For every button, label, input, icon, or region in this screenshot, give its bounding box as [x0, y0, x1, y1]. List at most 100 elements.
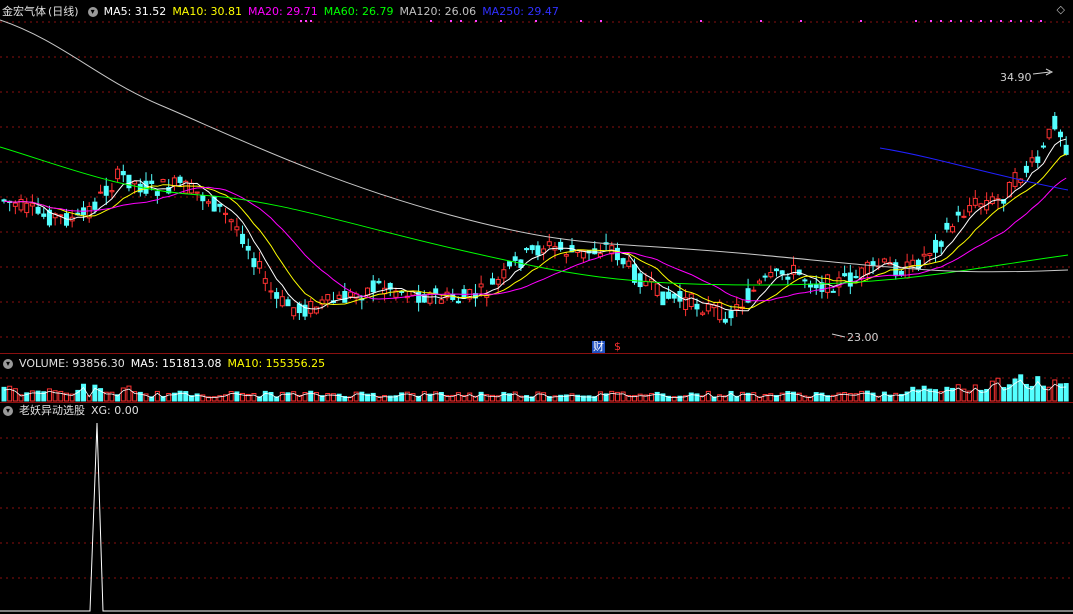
candle-body: [1046, 128, 1052, 139]
volume-bar: [842, 392, 848, 402]
volume-bar: [597, 391, 603, 402]
candle-body: [126, 174, 132, 189]
signal-dot: [970, 20, 972, 22]
signal-dot: [475, 20, 477, 22]
candle-body: [336, 294, 342, 300]
candle-body: [109, 190, 115, 193]
ma60-label: MA60: 26.79: [323, 5, 394, 18]
ma5-label: MA5: 31.52: [103, 5, 167, 18]
candle-body: [751, 289, 757, 292]
volume-ma5-label: MA5: 151813.08: [130, 357, 222, 370]
ma20-line: [3, 177, 1067, 302]
candle-body: [1063, 144, 1069, 155]
indicator-panel[interactable]: ▾ 老妖异动选股 XG: 0.00: [0, 403, 1073, 614]
volume-bar: [739, 391, 745, 402]
candle-body: [262, 278, 268, 284]
candle-body: [881, 258, 887, 263]
candle-body: [785, 276, 791, 280]
volume-bar: [1018, 374, 1024, 402]
finance-marker[interactable]: 财: [592, 341, 605, 353]
volume-bar: [910, 386, 916, 402]
volume-panel[interactable]: ▾ VOLUME: 93856.30 MA5: 151813.08 MA10: …: [0, 354, 1073, 402]
signal-dot: [535, 20, 537, 22]
volume-bar: [955, 384, 961, 402]
candle-body: [830, 290, 836, 293]
candle-body: [313, 306, 319, 314]
indicator-chart[interactable]: [0, 403, 1073, 614]
volume-bar: [1052, 379, 1058, 402]
volume-bar: [29, 390, 35, 402]
candle-body: [98, 191, 104, 194]
signal-dot: [1000, 20, 1002, 22]
candle-body: [1057, 131, 1063, 138]
low-price-label: 23.00: [847, 331, 879, 344]
signal-dot: [960, 20, 962, 22]
stock-name: 金宏气体: [2, 5, 46, 18]
candle-body: [365, 287, 371, 296]
candle-body: [160, 178, 166, 183]
volume-bar: [308, 390, 314, 402]
volume-bar: [81, 383, 87, 402]
high-price-label: 34.90: [1000, 71, 1032, 84]
candle-body: [717, 302, 723, 321]
candle-body: [700, 312, 706, 315]
candle-body: [779, 270, 785, 275]
candle-body: [501, 269, 507, 279]
settings-circle-icon[interactable]: ▾: [87, 7, 98, 17]
candle-body: [234, 226, 240, 231]
candle-body: [376, 280, 382, 284]
volume-bar: [1023, 383, 1029, 402]
signal-dot: [980, 20, 982, 22]
candle-body: [438, 299, 444, 304]
volume-bar: [1, 386, 7, 402]
candle-body: [631, 264, 637, 283]
candle-body: [154, 191, 160, 196]
candle-body: [614, 247, 620, 261]
candle-body: [217, 203, 223, 207]
candle-body: [120, 171, 126, 176]
candle-body: [546, 241, 552, 247]
candle-body: [149, 180, 155, 185]
signal-dot: [580, 20, 582, 22]
candle-body: [768, 271, 774, 278]
volume-settings-icon[interactable]: ▾: [3, 359, 13, 369]
candle-body: [592, 248, 598, 255]
candle-body: [660, 291, 666, 306]
candle-body: [961, 215, 967, 218]
candle-body: [853, 275, 859, 279]
candle-body: [705, 303, 711, 312]
candle-body: [978, 203, 984, 208]
ma120-line: [0, 19, 1069, 273]
candle-body: [24, 202, 30, 214]
candle-body: [245, 245, 251, 251]
candle-body: [35, 206, 41, 214]
indicator-settings-icon[interactable]: ▾: [3, 406, 13, 416]
candle-body: [188, 182, 194, 194]
diamond-icon[interactable]: ◇: [1057, 3, 1065, 16]
candle-body: [870, 261, 876, 266]
signal-dot: [930, 20, 932, 22]
candle-body: [938, 241, 944, 247]
candle-body: [478, 283, 484, 288]
price-panel[interactable]: 金宏气体 (日线) ▾ MA5: 31.52 MA10: 30.81 MA20:…: [0, 0, 1073, 353]
low-arrow-line: [831, 333, 846, 338]
candle-body: [563, 254, 569, 257]
dollar-marker[interactable]: $: [614, 341, 621, 353]
xg-signal-line: [0, 422, 1073, 612]
price-legend: 金宏气体 (日线) ▾ MA5: 31.52 MA10: 30.81 MA20:…: [0, 4, 565, 20]
candle-body: [143, 180, 149, 194]
volume-bar: [933, 389, 939, 402]
candlestick-chart[interactable]: [0, 0, 1073, 352]
signal-dot: [600, 20, 602, 22]
signal-dot: [760, 20, 762, 22]
candle-body: [29, 203, 35, 207]
candle-body: [200, 195, 206, 202]
volume-bar: [359, 391, 365, 402]
indicator-title: 老妖异动选股: [19, 404, 85, 417]
xg-label: XG: 0.00: [91, 404, 139, 417]
candle-body: [688, 293, 694, 308]
high-arrow-line: [1032, 71, 1051, 75]
volume-bar: [512, 391, 518, 402]
volume-bar: [234, 391, 240, 402]
volume-bar: [972, 384, 978, 402]
